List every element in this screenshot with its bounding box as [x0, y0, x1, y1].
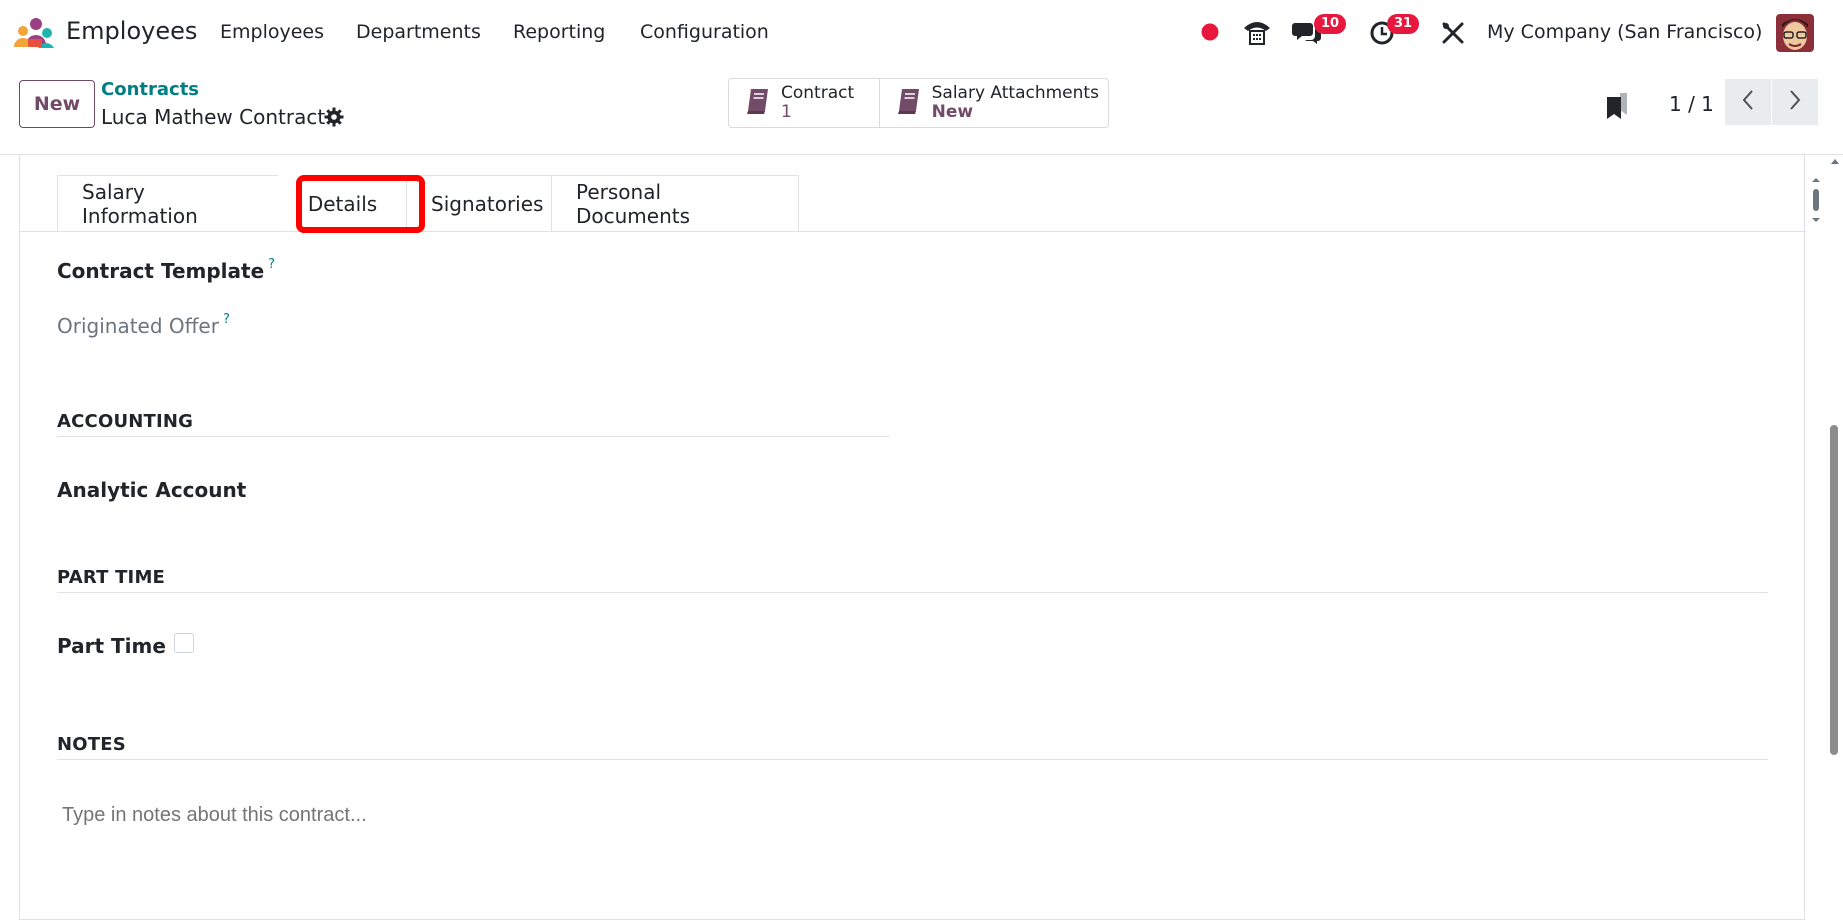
pager-previous-button[interactable] — [1725, 79, 1771, 125]
tab-salary-information[interactable]: Salary Information — [57, 175, 279, 232]
accounting-separator — [57, 436, 890, 437]
contract-template-label: Contract Template? — [57, 257, 276, 283]
contract-smart-title: Contract — [781, 83, 855, 103]
salary-attachments-smart-title: Salary Attachments — [931, 83, 1099, 103]
tab-details[interactable]: Details — [278, 175, 407, 232]
breadcrumb-contracts-link[interactable]: Contracts — [101, 79, 199, 100]
part-time-label: Part Time — [57, 634, 166, 658]
notes-field[interactable] — [62, 795, 1762, 835]
bookmark-icon[interactable] — [1605, 92, 1629, 124]
part-time-section-title: PART TIME — [57, 567, 166, 588]
menu-departments[interactable]: Departments — [356, 21, 481, 43]
analytic-account-label: Analytic Account — [57, 478, 247, 502]
tab-signatories[interactable]: Signatories — [406, 175, 552, 232]
recording-dot-icon[interactable] — [1201, 23, 1219, 45]
book-icon — [745, 87, 771, 119]
form-sheet: Salary Information Details Signatories P… — [19, 155, 1820, 920]
menu-employees[interactable]: Employees — [220, 21, 324, 43]
chevron-right-icon — [1788, 89, 1802, 115]
tabs-scrollbar[interactable] — [1809, 175, 1823, 227]
activity-badge: 31 — [1387, 14, 1420, 34]
tools-icon[interactable] — [1441, 21, 1465, 49]
top-navbar: Employees Employees Departments Reportin… — [0, 0, 1843, 65]
notes-separator — [57, 759, 1768, 760]
app-title[interactable]: Employees — [66, 17, 197, 45]
salary-attachments-smart-button[interactable]: Salary Attachments New — [878, 79, 1108, 127]
book-icon — [896, 87, 922, 119]
tabs-divider — [20, 231, 1806, 232]
control-panel: New Contracts Luca Mathew Contract Contr… — [0, 65, 1843, 155]
page-scrollbar[interactable] — [1827, 155, 1843, 923]
salary-attachments-smart-value: New — [931, 102, 974, 122]
smart-buttons: Contract 1 Salary Attachments New — [728, 78, 1109, 128]
part-time-separator — [57, 592, 1768, 593]
phone-icon[interactable] — [1242, 18, 1272, 50]
app-logo-icon[interactable] — [14, 17, 54, 49]
pager-value[interactable]: 1 / 1 — [1669, 92, 1714, 116]
originated-offer-label: Originated Offer? — [57, 312, 230, 338]
contract-smart-button[interactable]: Contract 1 — [729, 79, 879, 127]
user-avatar[interactable] — [1776, 14, 1814, 52]
help-tooltip-icon[interactable]: ? — [268, 257, 275, 272]
notebook-tabs: Salary Information Details Signatories P… — [57, 175, 799, 232]
chevron-left-icon — [1741, 89, 1755, 115]
part-time-checkbox[interactable] — [174, 633, 194, 653]
gear-icon[interactable] — [324, 107, 344, 131]
menu-configuration[interactable]: Configuration — [640, 21, 769, 43]
menu-reporting[interactable]: Reporting — [513, 21, 605, 43]
notes-section-title: NOTES — [57, 734, 126, 755]
company-switcher[interactable]: My Company (San Francisco) — [1487, 21, 1762, 43]
page-scrollbar-thumb[interactable] — [1830, 425, 1838, 755]
contract-smart-count: 1 — [781, 102, 792, 122]
breadcrumb-current-record: Luca Mathew Contract — [101, 105, 326, 129]
accounting-section-title: ACCOUNTING — [57, 411, 194, 432]
form-content: Salary Information Details Signatories P… — [0, 155, 1843, 923]
pager-next-button[interactable] — [1772, 79, 1818, 125]
new-button[interactable]: New — [19, 80, 95, 128]
help-tooltip-icon[interactable]: ? — [223, 312, 230, 327]
chat-badge: 10 — [1314, 14, 1347, 34]
tab-personal-documents[interactable]: Personal Documents — [551, 175, 799, 232]
